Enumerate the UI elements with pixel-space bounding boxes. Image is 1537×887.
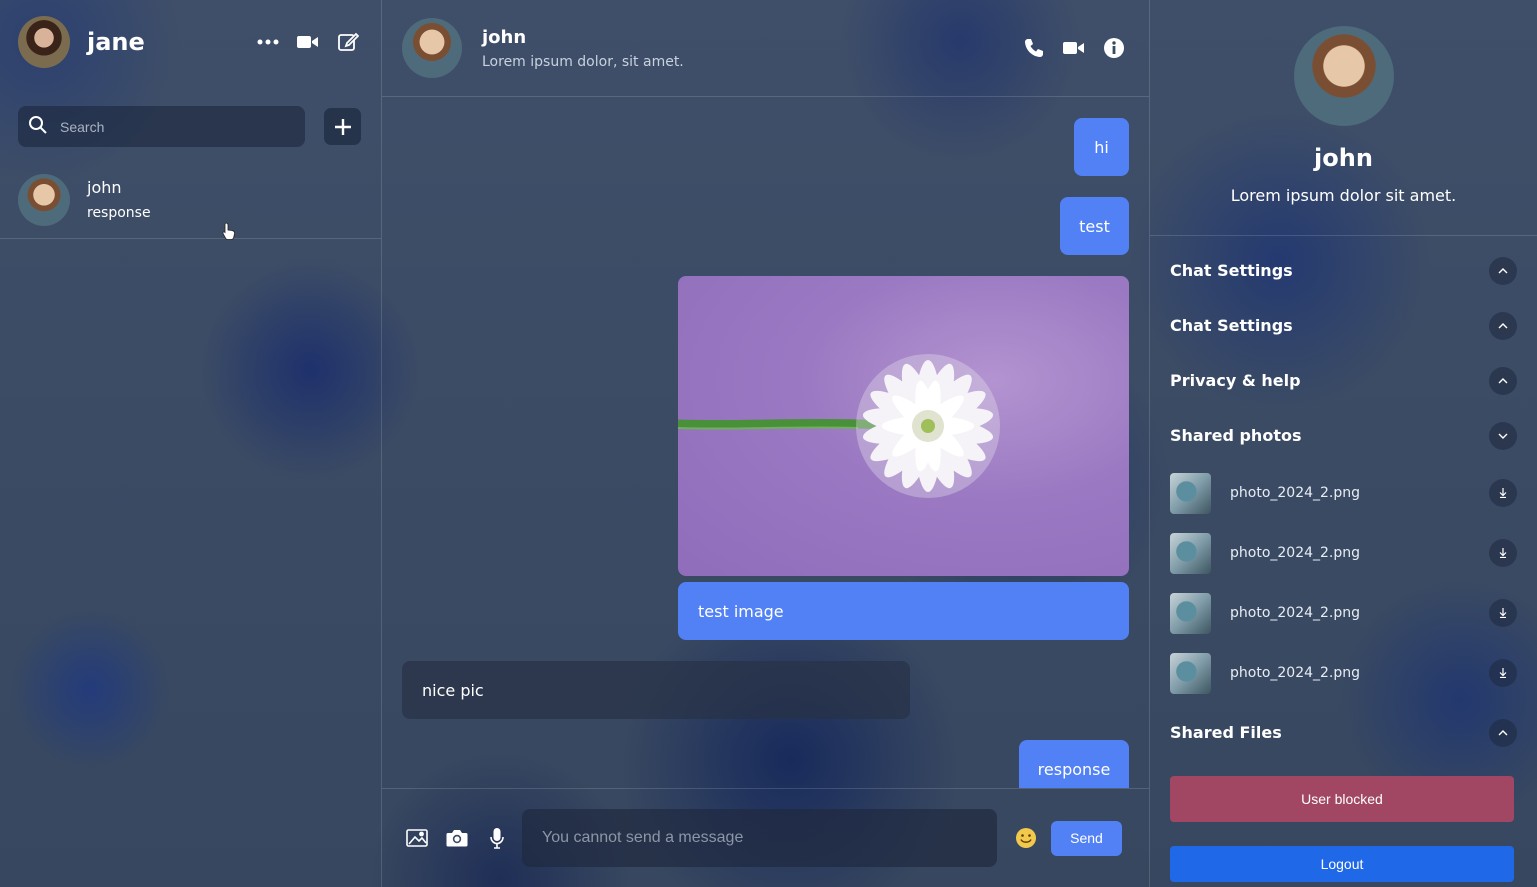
details-panel: john Lorem ipsum dolor sit amet. Chat Se… [1150,0,1537,887]
chat-item-texts: john response [87,178,151,221]
profile-name: john [1314,144,1373,172]
hand-cursor-icon [222,222,236,240]
chat-panel: john Lorem ipsum dolor, sit amet. hi tes… [382,0,1150,887]
photo-thumbnail[interactable] [1170,472,1211,514]
section-title: Chat Settings [1170,316,1293,335]
photo-filename: photo_2024_2.png [1230,545,1361,561]
search-row [0,84,381,147]
message-received: nice pic [402,661,910,719]
shared-photo-item: photo_2024_2.png [1150,643,1537,703]
download-icon[interactable] [1489,599,1517,627]
message-sent: hi [1074,118,1129,176]
camera-icon[interactable] [442,823,472,853]
compose-icon[interactable] [333,27,363,57]
chat-item-last-message: response [87,205,151,221]
sidebar: jane john [0,0,382,887]
contact-avatar [18,173,70,226]
shared-photo-item: photo_2024_2.png [1150,583,1537,643]
search-box [18,106,306,147]
profile-bio: Lorem ipsum dolor sit amet. [1230,186,1457,205]
contact-name: john [482,26,527,48]
phone-icon[interactable] [1019,33,1049,63]
message-caption: test image [678,582,1129,640]
contact-avatar[interactable] [402,18,462,78]
user-name: jane [87,28,145,56]
chevron-down-icon[interactable] [1489,421,1517,450]
logout-button[interactable]: Logout [1170,846,1514,882]
add-chat-button[interactable] [324,108,361,145]
info-icon[interactable] [1099,33,1129,63]
emoji-icon[interactable] [1011,823,1041,853]
chat-header: john Lorem ipsum dolor, sit amet. [382,0,1149,97]
photo-thumbnail[interactable] [1170,652,1211,694]
chevron-up-icon[interactable] [1489,311,1517,340]
shared-photo-item: photo_2024_2.png [1150,463,1537,523]
message-composer: Send [382,789,1149,887]
search-input[interactable] [60,118,280,135]
photo-thumbnail[interactable] [1170,532,1211,574]
photo-filename: photo_2024_2.png [1230,605,1361,621]
message-sent: response [1019,740,1129,788]
video-call-icon[interactable] [1059,33,1089,63]
microphone-icon[interactable] [482,823,512,853]
photo-thumbnail[interactable] [1170,592,1211,634]
section-title: Chat Settings [1170,261,1293,280]
video-icon[interactable] [293,27,323,57]
message-list: hi test test image nice pic response [382,97,1149,789]
contact-status: Lorem ipsum dolor, sit amet. [482,53,684,70]
more-icon[interactable] [253,27,283,57]
user-blocked-button[interactable]: User blocked [1170,776,1514,822]
section-title: Privacy & help [1170,371,1301,390]
download-icon[interactable] [1489,479,1517,507]
chat-item-name: john [87,178,122,197]
section-shared-photos[interactable]: Shared photos [1150,408,1537,463]
flower-image [678,354,1000,498]
photo-filename: photo_2024_2.png [1230,485,1361,501]
user-avatar[interactable] [18,16,70,68]
send-button[interactable]: Send [1051,820,1122,856]
chevron-up-icon[interactable] [1489,366,1517,395]
search-icon [28,115,48,139]
shared-photo-item: photo_2024_2.png [1150,523,1537,583]
section-chat-settings-2[interactable]: Chat Settings [1150,298,1537,353]
plus-icon [334,118,351,135]
chat-list-item[interactable]: john response [0,161,381,239]
image-icon[interactable] [402,823,432,853]
chevron-up-icon[interactable] [1489,256,1517,285]
chevron-up-icon[interactable] [1489,718,1517,747]
section-shared-files[interactable]: Shared Files [1150,705,1537,760]
section-chat-settings[interactable]: Chat Settings [1150,243,1537,298]
chat-app: jane john [0,0,1537,887]
section-title: Shared photos [1170,426,1302,445]
contact-info: john Lorem ipsum dolor, sit amet. [482,27,1009,70]
download-icon[interactable] [1489,539,1517,567]
section-privacy-help[interactable]: Privacy & help [1150,353,1537,408]
contact-profile: john Lorem ipsum dolor sit amet. [1150,0,1537,236]
message-input[interactable] [522,809,997,867]
message-image-flower[interactable] [678,276,1129,576]
profile-avatar [1293,26,1394,126]
user-info-bar: jane [0,0,381,84]
photo-filename: photo_2024_2.png [1230,665,1361,681]
section-title: Shared Files [1170,723,1282,742]
message-sent: test [1060,197,1129,255]
download-icon[interactable] [1489,659,1517,687]
